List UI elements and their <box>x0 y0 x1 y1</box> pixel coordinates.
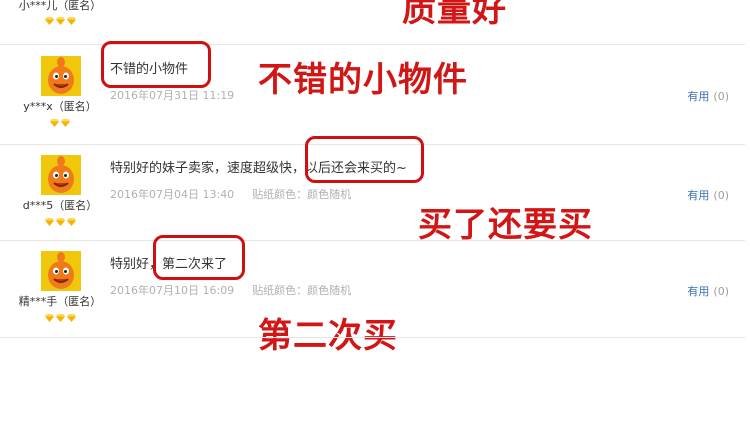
reviewer-level-badge <box>0 314 120 324</box>
useful-count: (0) <box>713 189 729 202</box>
review-page: 小***儿（匿名） 质量好 y***x（匿名） 不错的小物件 2016年07月3… <box>0 0 750 425</box>
diamond-icon <box>55 218 65 226</box>
annotation-label: 不错的小物件 <box>258 60 468 100</box>
useful-label[interactable]: 有用 <box>687 90 709 103</box>
diamond-icon <box>66 218 76 226</box>
avatar[interactable] <box>41 56 81 96</box>
useful-label[interactable]: 有用 <box>687 189 709 202</box>
useful-label[interactable]: 有用 <box>687 285 709 298</box>
review-meta: 2016年07月10日 16:09 贴纸颜色：颜色随机 <box>110 282 351 298</box>
avatar[interactable] <box>41 251 81 291</box>
review-date: 2016年07月10日 16:09 <box>110 284 235 297</box>
row-divider <box>0 240 745 241</box>
annotation-highlight-box <box>101 41 211 88</box>
diamond-icon <box>66 17 76 25</box>
diamond-icon <box>44 314 54 322</box>
useful-count: (0) <box>713 285 729 298</box>
reviewer-name: y***x（匿名） <box>23 100 97 113</box>
diamond-icon <box>50 119 59 127</box>
useful-button[interactable]: 有用 (0) <box>687 187 729 203</box>
diamond-icon <box>44 218 54 226</box>
avatar-mascot-icon <box>48 156 74 193</box>
diamond-icon <box>55 17 65 25</box>
reviewer-name: d***5（匿名） <box>22 199 98 212</box>
reviewer-name: 小***儿（匿名） <box>18 0 102 12</box>
reviewer-name: 精***手（匿名） <box>18 295 102 308</box>
diamond-icon <box>55 314 65 322</box>
reviewer-level-badge <box>0 218 120 228</box>
row-divider <box>0 337 745 338</box>
avatar-mascot-icon <box>48 57 74 94</box>
annotation-label: 质量好 <box>402 0 507 30</box>
review-list: 小***儿（匿名） 质量好 y***x（匿名） 不错的小物件 2016年07月3… <box>0 0 750 425</box>
review-sku-attr: 贴纸颜色：颜色随机 <box>252 284 352 297</box>
avatar[interactable] <box>41 155 81 195</box>
diamond-icon <box>66 314 76 322</box>
reviewer-level-badge <box>0 119 120 129</box>
review-sku-attr: 贴纸颜色：颜色随机 <box>252 188 352 201</box>
useful-button[interactable]: 有用 (0) <box>687 88 729 104</box>
review-meta: 2016年07月04日 13:40 贴纸颜色：颜色随机 <box>110 186 351 202</box>
review-date: 2016年07月31日 11:19 <box>110 89 235 102</box>
review-date: 2016年07月04日 13:40 <box>110 188 235 201</box>
avatar-mascot-icon <box>48 252 74 289</box>
review-meta: 2016年07月31日 11:19 <box>110 87 234 103</box>
annotation-highlight-box <box>153 235 245 280</box>
diamond-icon <box>61 119 70 127</box>
annotation-highlight-box <box>305 136 424 183</box>
annotation-label: 第二次买 <box>258 316 398 356</box>
annotation-label: 买了还要买 <box>418 205 593 245</box>
diamond-icon <box>44 17 54 25</box>
useful-count: (0) <box>713 90 729 103</box>
useful-button[interactable]: 有用 (0) <box>687 283 729 299</box>
reviewer-level-badge <box>0 17 120 27</box>
